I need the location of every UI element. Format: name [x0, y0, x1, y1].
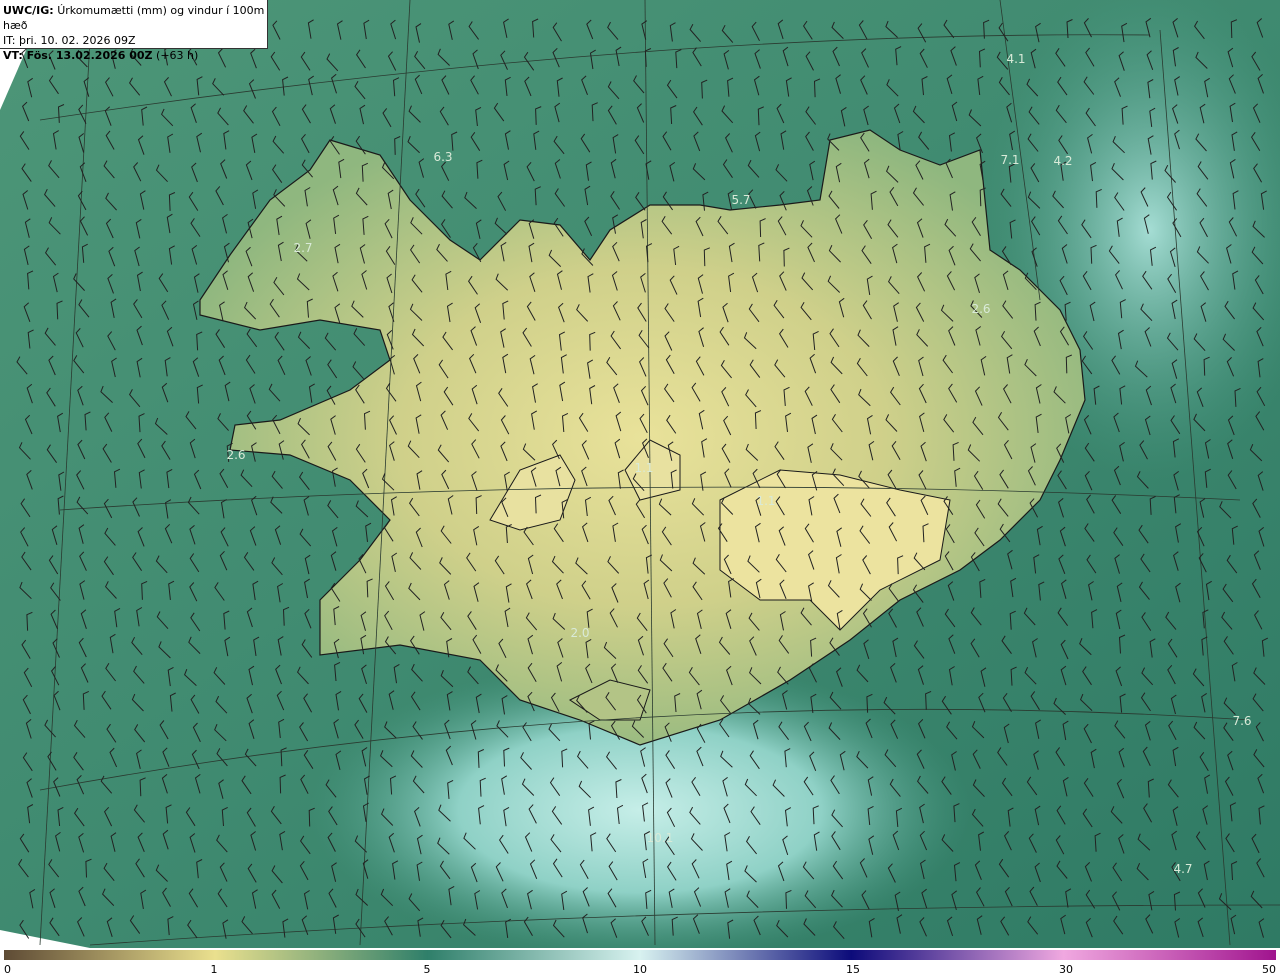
valid-time-line: VT: Fös. 13.02.2026 00Z (+63 h)	[3, 48, 267, 63]
forecast-info-box: UWC/IG: Úrkomumætti (mm) og vindur í 100…	[0, 0, 268, 62]
colorbar-tick: 30	[1059, 963, 1073, 976]
forecast-map: 4.1 6.3 7.1 4.2 5.7 2.7 2.6 2.6 1.1 1.1 …	[0, 0, 1280, 948]
lead-time: (+63 h)	[156, 49, 199, 62]
value-label: 1.1	[756, 494, 776, 508]
colorbar-tick: 5	[423, 963, 431, 976]
value-label: 4.7	[1173, 862, 1193, 876]
value-label: 1.1	[634, 461, 654, 475]
value-label: 2.6	[971, 302, 991, 316]
colorbar-tick: 15	[846, 963, 860, 976]
value-label: 2.0	[570, 626, 590, 640]
initial-time: IT: þri. 10. 02. 2026 09Z	[3, 34, 136, 47]
value-label: 7.6	[1232, 714, 1252, 728]
title-line: UWC/IG: Úrkomumætti (mm) og vindur í 100…	[3, 3, 267, 33]
value-label: 5.7	[731, 193, 751, 207]
colorbar-tick: 0	[4, 963, 11, 976]
colorbar-gradient	[4, 950, 1276, 960]
colorbar-tick: 1	[210, 963, 218, 976]
value-label: 4.1	[1006, 52, 1026, 66]
value-label: 4.2	[1053, 154, 1073, 168]
colorbar-tick: 10	[633, 963, 647, 976]
colorbar-tick: 50	[1262, 963, 1276, 976]
value-label: 6.3	[433, 150, 453, 164]
value-label: 2.6	[226, 448, 246, 462]
value-label: 2.7	[293, 241, 313, 255]
valid-time: VT: Fös. 13.02.2026 00Z	[3, 49, 153, 62]
value-label: 7.1	[1000, 153, 1020, 167]
value-label: 10.1	[646, 831, 674, 845]
model-name: UWC/IG:	[3, 4, 54, 17]
colorbar: 0 1 5 10 15 30 50	[0, 948, 1280, 978]
